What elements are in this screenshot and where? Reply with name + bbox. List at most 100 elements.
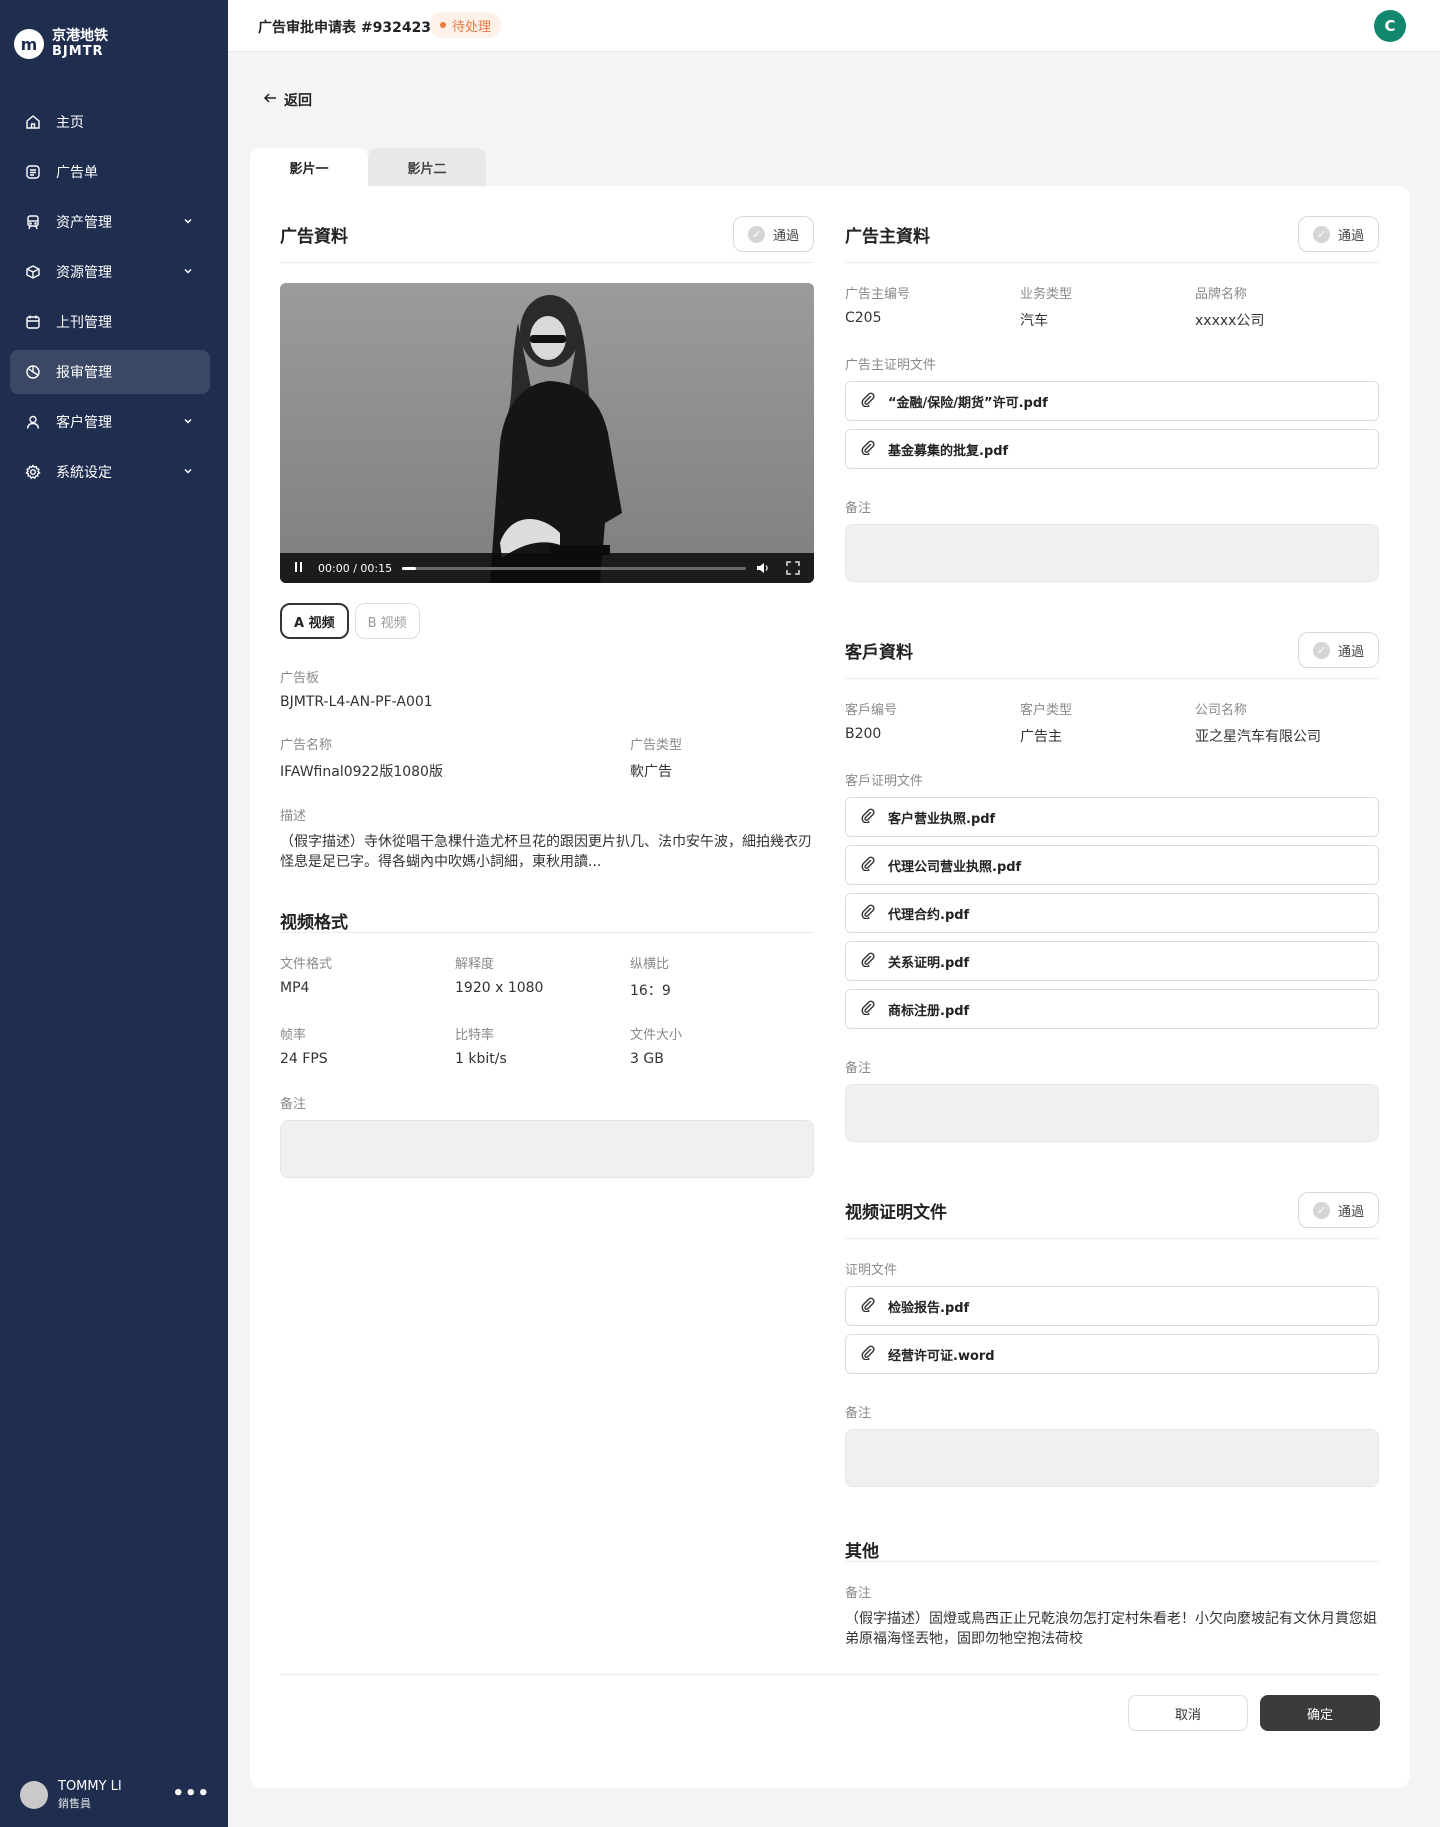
video-thumbnail-figure <box>490 295 622 583</box>
file-attachment[interactable]: 客户营业执照.pdf <box>845 797 1379 837</box>
user-profile[interactable]: TOMMY LI 銷售員 ••• <box>20 1779 210 1811</box>
field-value: 16：9 <box>630 983 671 999</box>
note-input[interactable] <box>845 1084 1379 1142</box>
brand-logo[interactable]: m 京港地铁 BJMTR <box>14 28 108 60</box>
video-progress-fill <box>402 567 416 570</box>
field-value: 1 kbit/s <box>455 1051 507 1067</box>
client-field: 公司名称 亚之星汽车有限公司 <box>1195 699 1370 746</box>
status-badge: 待处理 <box>430 12 502 38</box>
pass-button[interactable]: ✓ 通過 <box>1298 1192 1379 1228</box>
ad-info-header: 广告資料 ✓ 通過 <box>280 216 814 263</box>
description-field: 描述 （假字描述）寺休從唱干急棵什造尤杯旦花的跟因更片扒几、法巾安午波，細拍幾衣… <box>280 805 814 872</box>
tab-video-b[interactable]: B 视频 <box>354 603 420 639</box>
paperclip-icon <box>860 439 876 459</box>
other-note-text: （假字描述）固燈或鳥西正止兄乾浪勿怎打定村朱看老！小欠向麼坡記有文休月貫您姐弟原… <box>845 1611 1377 1647</box>
paperclip-icon <box>860 1296 876 1316</box>
file-attachment[interactable]: “金融/保险/期货”许可.pdf <box>845 381 1379 421</box>
field-value: 3 GB <box>630 1051 664 1067</box>
field-label: 业务类型 <box>1020 287 1073 302</box>
note-label: 备注 <box>845 1061 872 1076</box>
field-value: IFAWfinal0922版1080版 <box>280 764 443 780</box>
sidebar-item-label: 资源管理 <box>56 265 112 281</box>
format-field: 文件格式 MP4 <box>280 953 455 1000</box>
field-value: xxxxx公司 <box>1195 313 1265 329</box>
description-text: （假字描述）寺休從唱干急棵什造尤杯旦花的跟因更片扒几、法巾安午波，細拍幾衣刃怪息… <box>280 834 812 870</box>
sidebar-item-clients[interactable]: 客户管理 <box>10 400 210 444</box>
advertiser-header: 广告主資料 ✓ 通過 <box>845 216 1379 263</box>
tab-video-a[interactable]: A 视频 <box>280 603 349 639</box>
tab-video-2[interactable]: 影片二 <box>368 148 486 186</box>
pause-icon[interactable] <box>294 561 304 576</box>
file-attachment[interactable]: 基金募集的批复.pdf <box>845 429 1379 469</box>
advertiser-grid: 广告主编号 C205 业务类型 汽车 品牌名称 xxxxx公司 <box>845 283 1379 354</box>
avatar[interactable]: C <box>1374 10 1406 42</box>
sidebar-item-resources[interactable]: 资源管理 <box>10 250 210 294</box>
file-name: 经营许可证.word <box>888 1348 995 1364</box>
more-options-icon[interactable]: ••• <box>172 1783 210 1804</box>
check-icon: ✓ <box>1312 641 1330 659</box>
file-attachment[interactable]: 经营许可证.word <box>845 1334 1379 1374</box>
note-input[interactable] <box>280 1120 814 1178</box>
sidebar-item-home[interactable]: 主页 <box>10 100 210 144</box>
field-value: 广告主 <box>1020 729 1062 745</box>
brand-name-en: BJMTR <box>52 44 104 59</box>
cancel-button[interactable]: 取消 <box>1128 1695 1248 1731</box>
field-label: 描述 <box>280 809 307 824</box>
client-grid: 客戶编号 B200 客户类型 广告主 公司名称 亚之星汽车有限公司 <box>845 699 1379 770</box>
file-attachment[interactable]: 商标注册.pdf <box>845 989 1379 1029</box>
avatar <box>20 1781 48 1809</box>
field-label: 比特率 <box>455 1028 495 1043</box>
section-title: 客戶資料 <box>845 643 913 663</box>
video-format-header: 视频格式 <box>280 908 814 933</box>
file-attachment[interactable]: 代理合约.pdf <box>845 893 1379 933</box>
sidebar-item-publishing[interactable]: 上刊管理 <box>10 300 210 344</box>
sidebar-item-label: 资产管理 <box>56 215 112 231</box>
field-label: 文件格式 <box>280 957 333 972</box>
sidebar-item-review[interactable]: 报审管理 <box>10 350 210 394</box>
sidebar-item-label: 主页 <box>56 115 84 131</box>
note-label: 备注 <box>845 1586 872 1601</box>
field-label: 客户类型 <box>1020 703 1073 718</box>
check-icon: ✓ <box>747 225 765 243</box>
left-column: 广告資料 ✓ 通過 00:00 / 00:15 A 视频 B 视频 广告板 BJ… <box>280 216 814 1178</box>
note-input[interactable] <box>845 524 1379 582</box>
fullscreen-icon[interactable] <box>786 561 800 578</box>
volume-icon[interactable] <box>756 561 770 578</box>
home-icon <box>24 113 42 131</box>
note-label: 备注 <box>280 1097 307 1112</box>
sidebar-item-ad-orders[interactable]: 广告单 <box>10 150 210 194</box>
file-attachment[interactable]: 代理公司营业执照.pdf <box>845 845 1379 885</box>
field-label: 公司名称 <box>1195 703 1248 718</box>
pass-button[interactable]: ✓ 通過 <box>733 216 814 252</box>
sidebar-item-assets[interactable]: 资产管理 <box>10 200 210 244</box>
sidebar-item-label: 上刊管理 <box>56 315 112 331</box>
video-progress-bar[interactable] <box>402 567 746 570</box>
topbar: 广告审批申请表 #932423 待处理 C <box>228 0 1440 52</box>
file-attachment[interactable]: 关系证明.pdf <box>845 941 1379 981</box>
tab-video-1[interactable]: 影片一 <box>250 148 368 186</box>
paperclip-icon <box>860 391 876 411</box>
docs-label: 客戶证明文件 <box>845 774 924 789</box>
field-label: 广告类型 <box>630 738 683 753</box>
file-attachment[interactable]: 检验报告.pdf <box>845 1286 1379 1326</box>
paperclip-icon <box>860 1344 876 1364</box>
section-title: 视频证明文件 <box>845 1203 947 1223</box>
back-button[interactable]: 返回 <box>262 90 312 110</box>
video-player[interactable]: 00:00 / 00:15 <box>280 283 814 583</box>
file-name: 客户营业执照.pdf <box>888 811 996 827</box>
field-value: 1920 x 1080 <box>455 980 544 996</box>
file-name: 检验报告.pdf <box>888 1300 970 1316</box>
pass-button[interactable]: ✓ 通過 <box>1298 632 1379 668</box>
pass-button[interactable]: ✓ 通過 <box>1298 216 1379 252</box>
form-footer: 取消 确定 <box>280 1674 1380 1760</box>
field-label: 广告板 <box>280 671 320 686</box>
paperclip-icon <box>860 807 876 827</box>
note-input[interactable] <box>845 1429 1379 1487</box>
section-title: 视频格式 <box>280 913 348 933</box>
video-time: 00:00 / 00:15 <box>318 561 393 575</box>
confirm-button[interactable]: 确定 <box>1260 1695 1380 1731</box>
sidebar-item-settings[interactable]: 系統设定 <box>10 450 210 494</box>
user-icon <box>24 413 42 431</box>
field-label: 广告名称 <box>280 738 333 753</box>
status-text: 待处理 <box>452 19 492 35</box>
